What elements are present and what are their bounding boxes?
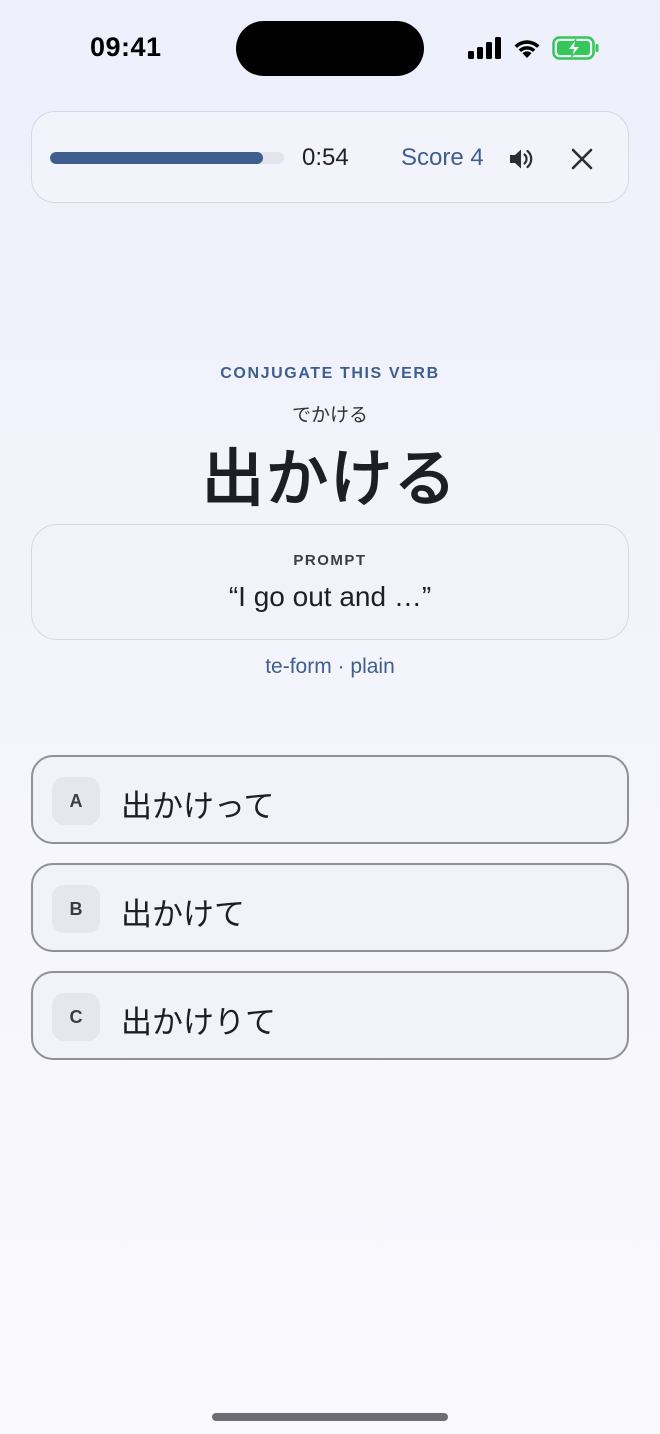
score: Score 4	[401, 144, 484, 172]
status-icons	[468, 36, 600, 60]
prompt-text: “I go out and …”	[228, 581, 432, 612]
prompt-label: PROMPT	[293, 552, 367, 569]
close-button[interactable]	[568, 145, 596, 173]
wifi-icon	[514, 40, 540, 58]
verb-title: 出かける	[201, 445, 458, 514]
instruction-label: CONJUGATE THIS VERB	[220, 365, 440, 382]
answer-option-a[interactable]: A 出かけって	[31, 755, 629, 844]
score-value: 4	[470, 144, 484, 171]
status-time: 09:41	[90, 32, 162, 62]
sound-button[interactable]	[506, 144, 536, 174]
close-icon	[571, 148, 593, 170]
progress-fill	[50, 152, 263, 164]
option-letter-badge: B	[52, 885, 100, 933]
speaker-icon	[510, 149, 533, 169]
option-letter-badge: C	[52, 993, 100, 1041]
progress-bar	[50, 152, 284, 164]
cellular-signal-icon	[468, 37, 501, 59]
prompt-card: PROMPT “I go out and …”	[31, 524, 629, 640]
home-indicator[interactable]	[212, 1413, 448, 1421]
dynamic-island	[236, 21, 424, 76]
answer-option-b[interactable]: B 出かけて	[31, 863, 629, 952]
status-bar: 09:41	[0, 0, 660, 96]
quiz-header-card: 0:54 Score 4	[31, 111, 629, 203]
battery-charging-icon	[552, 36, 599, 60]
score-label: Score	[401, 144, 464, 171]
option-letter-badge: A	[52, 777, 100, 825]
option-text: 出かけって	[121, 789, 275, 824]
conjugation-form-label: te-form · plain	[265, 655, 395, 678]
verb-reading: でかける	[291, 405, 368, 426]
answer-option-c[interactable]: C 出かけりて	[31, 971, 629, 1060]
timer: 0:54	[302, 144, 349, 171]
option-text: 出かけりて	[121, 1005, 276, 1040]
option-text: 出かけて	[121, 897, 245, 932]
